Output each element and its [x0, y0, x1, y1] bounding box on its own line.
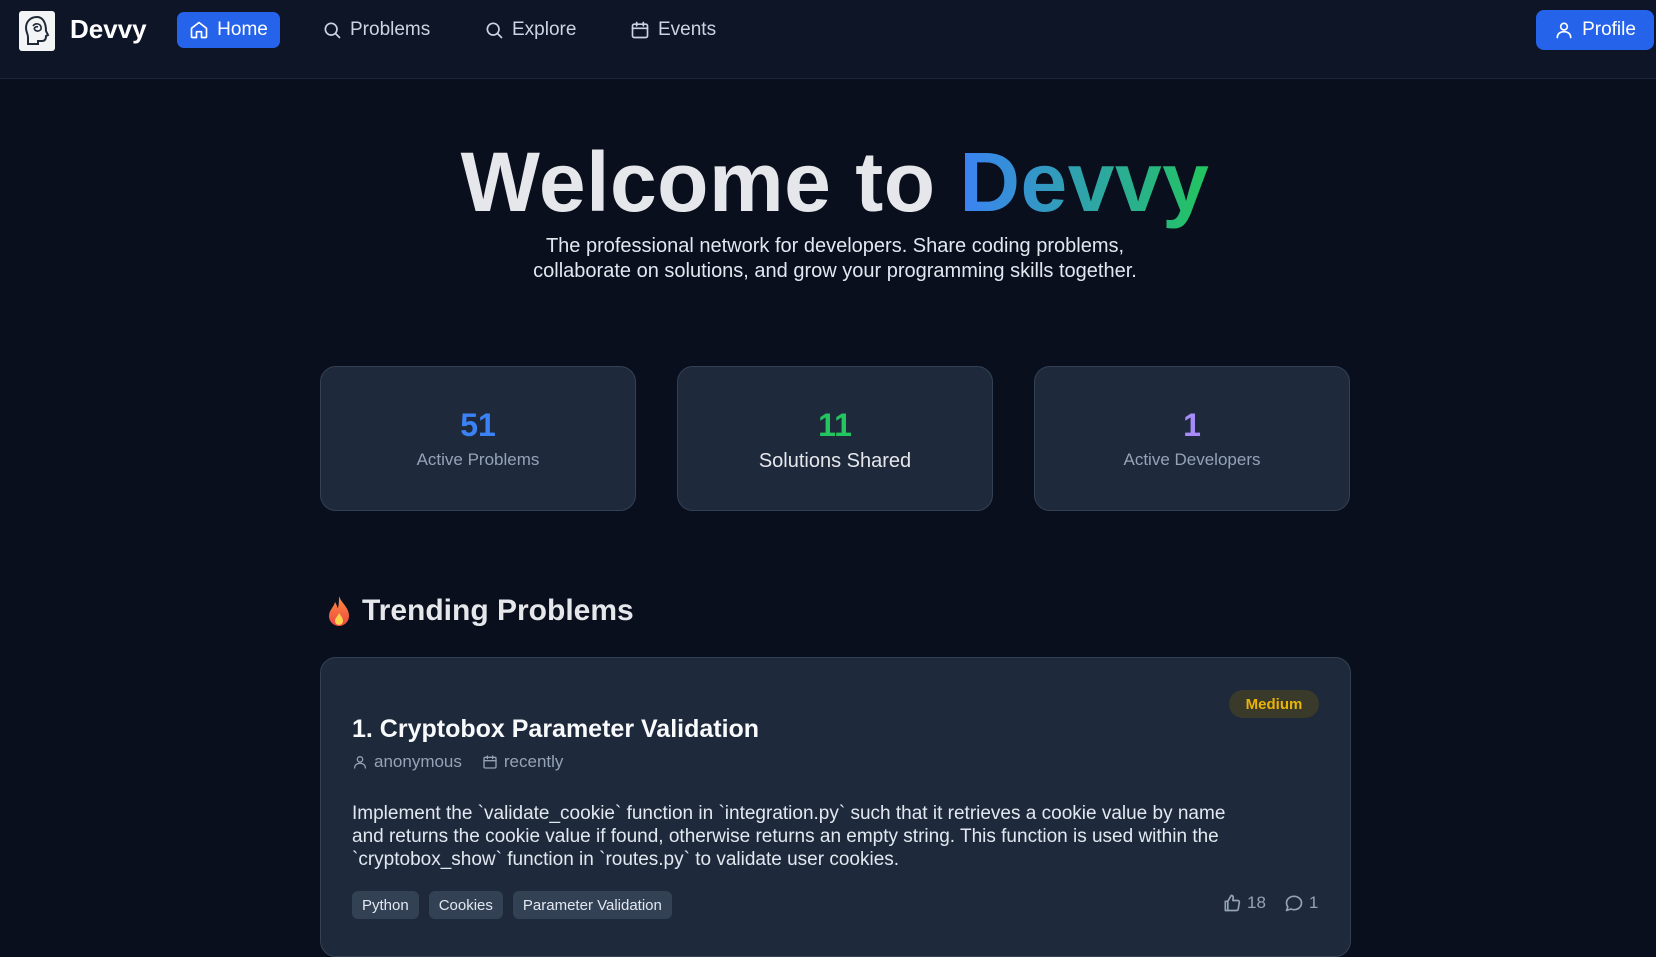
comment-icon	[1285, 895, 1303, 912]
user-icon	[354, 756, 366, 769]
brain-logo-icon	[24, 15, 50, 45]
calendar-icon	[483, 755, 497, 769]
profile-button[interactable]: Profile	[1536, 10, 1654, 50]
stat-label: Active Problems	[416, 450, 540, 469]
stat-label: Solutions Shared	[758, 450, 912, 472]
problem-description-line: Implement the `validate_cookie` function…	[352, 803, 1226, 824]
hero-title: Welcome to Devvy	[0, 134, 1656, 231]
problem-meta: anonymous recently	[352, 752, 563, 772]
tag-python[interactable]: Python	[352, 891, 419, 919]
user-icon	[1556, 22, 1572, 39]
comment-count: 1	[1308, 893, 1319, 912]
stat-value: 1	[1183, 407, 1201, 443]
profile-button-label: Profile	[1582, 19, 1636, 40]
like-count: 18	[1247, 893, 1266, 912]
thumbs-up-icon	[1224, 894, 1241, 912]
hero-subtitle-line2: collaborate on solutions, and grow your …	[533, 260, 1137, 282]
fire-icon	[329, 596, 349, 626]
tag-parameter-validation[interactable]: Parameter Validation	[512, 891, 672, 919]
nav-events[interactable]: Events	[618, 12, 728, 48]
problem-date: recently	[482, 752, 564, 772]
stat-label: Active Developers	[1123, 450, 1261, 469]
problem-description: Implement the `validate_cookie` function…	[352, 802, 1332, 871]
hero-title-prefix: Welcome to	[460, 135, 960, 229]
nav-problems[interactable]: Problems	[310, 12, 442, 48]
problem-card[interactable]: Medium 1. Cryptobox Parameter Validation…	[320, 657, 1351, 957]
comment-button[interactable]: 1	[1284, 893, 1318, 913]
nav-home-label: Home	[217, 19, 268, 40]
problem-description-line: `cryptobox_show` function in `routes.py`…	[352, 849, 900, 870]
stat-card-solutions: 11 Solutions Shared	[677, 366, 993, 511]
nav-explore[interactable]: Explore	[472, 12, 588, 48]
stat-value: 51	[460, 407, 496, 443]
problem-reactions: 18 1	[1222, 893, 1318, 913]
hero-subtitle: The professional network for developers.…	[478, 234, 1192, 284]
tag-cookies[interactable]: Cookies	[428, 891, 503, 919]
problem-title[interactable]: 1. Cryptobox Parameter Validation	[352, 715, 759, 744]
nav-home[interactable]: Home	[177, 12, 280, 48]
like-button[interactable]: 18	[1222, 893, 1266, 913]
stat-value: 11	[818, 407, 852, 443]
problem-author: anonymous	[352, 752, 462, 772]
search-icon	[486, 22, 503, 39]
problem-description-line: and returns the cookie value if found, o…	[352, 826, 1219, 847]
search-icon	[324, 22, 341, 39]
nav-problems-label: Problems	[350, 19, 431, 40]
difficulty-badge: Medium	[1229, 690, 1319, 718]
stat-card-developers: 1 Active Developers	[1034, 366, 1350, 511]
problem-date-text: recently	[503, 752, 564, 771]
home-icon	[190, 21, 208, 39]
problem-tags: Python Cookies Parameter Validation	[352, 891, 672, 919]
trending-heading-label: Trending Problems	[362, 594, 634, 627]
problem-author-name: anonymous	[374, 752, 462, 771]
stat-card-problems: 51 Active Problems	[320, 366, 636, 511]
trending-heading: Trending Problems	[326, 594, 634, 628]
hero-subtitle-line1: The professional network for developers.…	[545, 235, 1125, 257]
top-navbar: Devvy Home Problems Explore Events Profi…	[0, 0, 1656, 79]
brand-logo[interactable]	[19, 11, 55, 51]
calendar-icon	[631, 21, 649, 39]
hero-title-accent: Devvy	[959, 135, 1210, 229]
nav-explore-label: Explore	[512, 19, 577, 40]
nav-events-label: Events	[658, 19, 717, 40]
brand-name[interactable]: Devvy	[70, 14, 147, 45]
